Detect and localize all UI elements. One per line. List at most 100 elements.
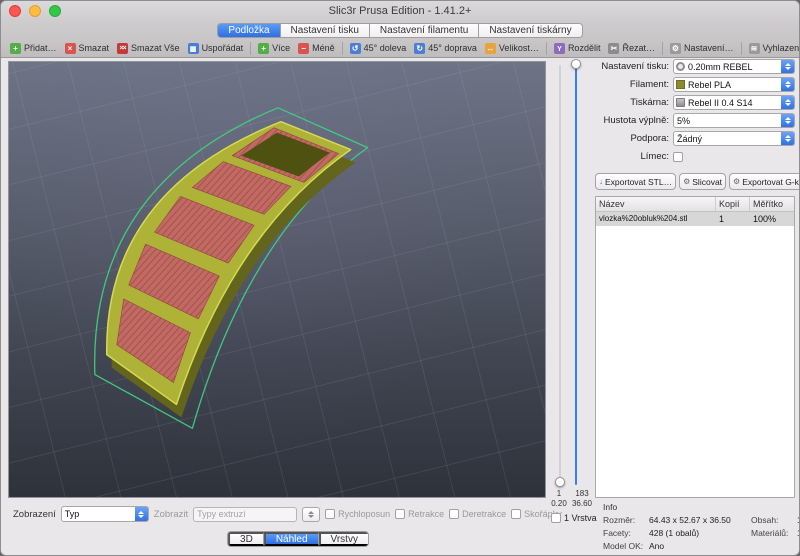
close-window-button[interactable] (9, 5, 21, 17)
model-ok-label: Model OK: (603, 541, 649, 551)
object-settings-button[interactable]: Nastavení… (666, 41, 738, 56)
rotate-left-icon (350, 43, 361, 54)
dropdown-arrows-icon (781, 78, 794, 91)
arrange-label: Uspořádat (202, 43, 244, 53)
tab-bar: Podložka Nastavení tisku Nastavení filam… (1, 21, 799, 39)
layer-slider-max-knob[interactable] (571, 59, 581, 69)
info-title: Info (603, 502, 800, 512)
rotate-left-label: 45° doleva (364, 43, 407, 53)
extrusion-types-dropdown[interactable] (302, 507, 320, 522)
view-mode-tabs: 3D Náhled Vrstvy (227, 531, 369, 547)
infill-density-value: 5% (674, 116, 781, 126)
tab-printer-settings[interactable]: Nastavení tiskárny (479, 24, 581, 37)
gear-icon: ⚙ (733, 177, 740, 186)
delete-all-button[interactable]: Smazat Vše (113, 41, 184, 56)
unretractions-label: Deretrakce (462, 509, 506, 519)
cut-label: Řezat… (622, 43, 655, 53)
brim-checkbox[interactable] (673, 152, 683, 162)
export-gcode-button[interactable]: ⚙ Exportovat G-kód… (729, 173, 800, 190)
tab-print-settings[interactable]: Nastavení tisku (281, 24, 370, 37)
more-copies-button[interactable]: Více (254, 41, 294, 56)
print-settings-select[interactable]: 0.20mm REBEL (673, 59, 795, 74)
travel-checkbox[interactable] (325, 509, 335, 519)
split-button[interactable]: Rozdělit (550, 41, 605, 56)
single-layer-checkbox[interactable] (551, 513, 561, 523)
fewer-copies-button[interactable]: Méně (294, 41, 339, 56)
object-copies: 1 (716, 212, 750, 226)
layer-slider-min-knob[interactable] (555, 477, 565, 487)
scale-label: Velikost… (499, 43, 539, 53)
size-label: Rozměr: (603, 515, 649, 525)
show-label: Zobrazit (154, 509, 188, 520)
table-row[interactable]: vlozka%20obluk%204.stl 1 100% (596, 212, 794, 226)
toolbar-separator (546, 42, 547, 55)
mode-3d-tab[interactable]: 3D (228, 532, 264, 546)
cut-icon (608, 43, 619, 54)
tab-plater[interactable]: Podložka (218, 24, 280, 37)
delete-button[interactable]: Smazat (61, 41, 114, 56)
retractions-checkbox[interactable] (395, 509, 405, 519)
model-info-panel: Info Rozměr: 64.43 x 52.67 x 36.50 Obsah… (595, 498, 800, 556)
object-list-table: Název Kopií Měřítko vlozka%20obluk%204.s… (595, 196, 795, 498)
toolbar-separator (662, 42, 663, 55)
gear-icon: ⚙ (683, 177, 690, 186)
layer-smoothing-label: Vyhlazení vrstev (763, 43, 800, 53)
cut-button[interactable]: Řezat… (604, 41, 659, 56)
add-label: Přidat… (24, 43, 57, 53)
rotate-right-label: 45° doprava (428, 43, 477, 53)
add-icon (10, 43, 21, 54)
fewer-copies-label: Méně (312, 43, 335, 53)
facets-value: 428 (1 obalů) (649, 528, 751, 538)
sliced-model-preview (9, 62, 545, 497)
object-scale: 100% (750, 212, 794, 226)
layer-slider-zone: 1 183 0.20 36.60 1 Vrstva (548, 59, 594, 529)
rotate-right-icon (414, 43, 425, 54)
unretractions-checkbox[interactable] (449, 509, 459, 519)
3d-preview-viewport[interactable] (8, 61, 546, 498)
toolbar-separator (250, 42, 251, 55)
shells-checkbox[interactable] (511, 509, 521, 519)
layer-slider-max-track[interactable] (575, 65, 577, 485)
arrange-icon (188, 43, 199, 54)
printer-value: Rebel II 0.4 S14 (685, 98, 781, 108)
mode-layers-tab[interactable]: Vrstvy (319, 532, 368, 546)
model-ok-value: Ano (649, 541, 751, 551)
view-label: Zobrazení (13, 509, 56, 520)
rotate-right-button[interactable]: 45° doprava (410, 41, 481, 56)
filament-value: Rebel PLA (685, 80, 781, 90)
filament-select[interactable]: Rebel PLA (673, 77, 795, 92)
more-copies-icon (258, 43, 269, 54)
zoom-window-button[interactable] (49, 5, 61, 17)
extrusion-types-input[interactable] (193, 507, 297, 522)
object-settings-label: Nastavení… (684, 43, 734, 53)
support-select[interactable]: Žádný (673, 131, 795, 146)
header-name: Název (596, 197, 716, 211)
add-button[interactable]: Přidat… (6, 41, 61, 56)
export-gcode-label: Exportovat G-kód… (742, 177, 800, 187)
brim-label: Límec: (595, 151, 673, 162)
delete-label: Smazat (79, 43, 110, 53)
dropdown-arrows-icon (781, 96, 794, 109)
scale-button[interactable]: Velikost… (481, 41, 543, 56)
facets-label: Facety: (603, 528, 649, 538)
tab-filament-settings[interactable]: Nastavení filamentu (370, 24, 479, 37)
minimize-window-button[interactable] (29, 5, 41, 17)
mode-preview-tab[interactable]: Náhled (264, 532, 319, 546)
settings-icon (670, 43, 681, 54)
view-type-select[interactable]: Typ (61, 506, 149, 522)
print-settings-label: Nastavení tisku: (595, 61, 673, 72)
object-name: vlozka%20obluk%204.stl (596, 212, 716, 226)
layer-slider-min-track[interactable] (559, 65, 561, 485)
rotate-left-button[interactable]: 45° doleva (346, 41, 411, 56)
export-stl-button[interactable]: ↓ Exportovat STL… (595, 173, 676, 190)
toolbar-separator (342, 42, 343, 55)
toolbar-separator (741, 42, 742, 55)
max-layer-value: 183 (570, 489, 594, 498)
layer-smoothing-button[interactable]: Vyhlazení vrstev (745, 41, 800, 56)
printer-select[interactable]: Rebel II 0.4 S14 (673, 95, 795, 110)
infill-density-select[interactable]: 5% (673, 113, 795, 128)
slice-button[interactable]: ⚙ Slicovat (679, 173, 726, 190)
arrange-button[interactable]: Uspořádat (184, 41, 248, 56)
filament-color-swatch (676, 80, 685, 89)
min-z-value: 0.20 (548, 499, 570, 508)
